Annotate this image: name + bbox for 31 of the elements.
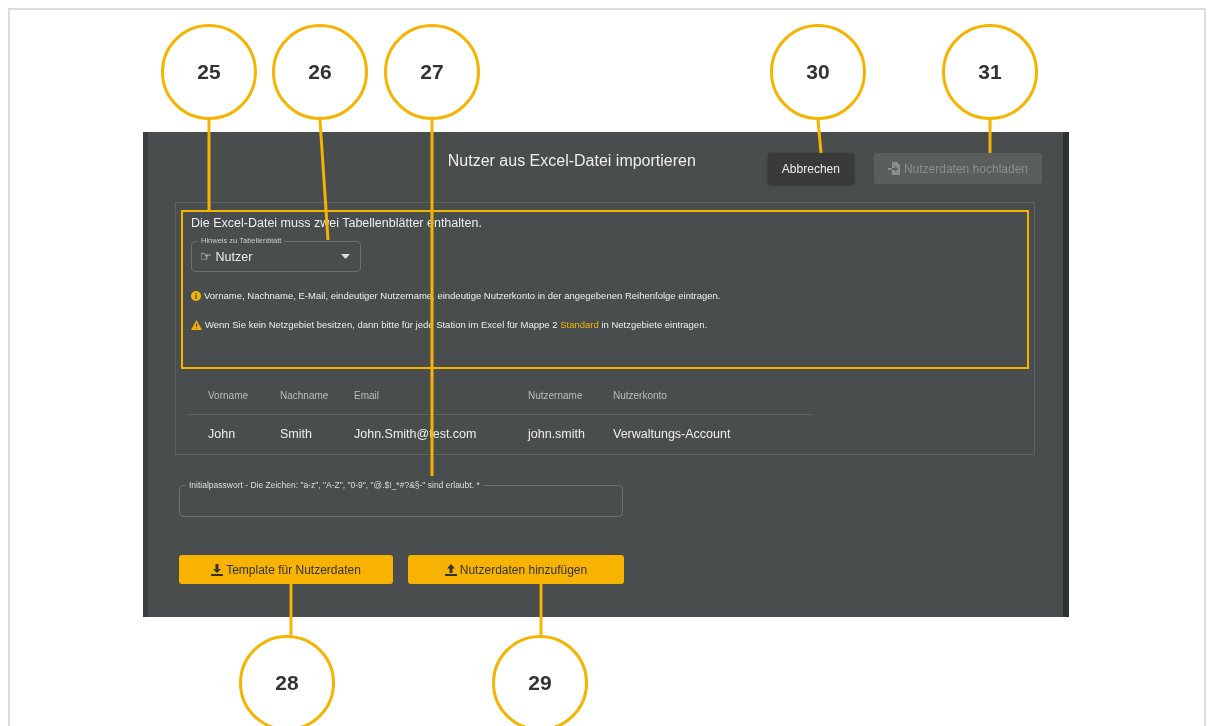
column-header: Nutzerkonto xyxy=(613,390,668,401)
callout-number: 27 xyxy=(384,24,480,120)
leader-line xyxy=(289,584,293,635)
standard-link[interactable]: Standard xyxy=(560,319,599,330)
file-import-icon xyxy=(887,162,900,175)
callout-number: 29 xyxy=(492,635,588,726)
column-header: Nachname xyxy=(280,390,330,401)
column-header: Email xyxy=(354,390,380,401)
table-cell-text: John xyxy=(208,427,237,441)
callout-number: 25 xyxy=(161,24,257,120)
leader-line xyxy=(816,119,823,154)
column-header: Vorname xyxy=(208,390,250,401)
dialog-title: Nutzer aus Excel-Datei importieren xyxy=(447,151,696,170)
cancel-button[interactable]: Abbrechen xyxy=(767,153,854,184)
callout-number: 31 xyxy=(942,24,1038,120)
warning-icon xyxy=(191,319,202,330)
caret-icon xyxy=(341,254,350,259)
template-button[interactable]: Template für Nutzerdaten xyxy=(179,555,393,584)
leader-line xyxy=(539,584,543,635)
table-cell-text: Verwaltungs-Account xyxy=(613,427,732,441)
upload-icon xyxy=(444,563,457,576)
info-icon xyxy=(191,290,201,301)
column-header: Nutzername xyxy=(528,390,584,401)
callout-number: 30 xyxy=(770,24,866,120)
leader-line xyxy=(988,120,992,153)
add-users-button[interactable]: Nutzerdaten hinzufügen xyxy=(408,555,624,584)
table-cell-text: john.smith xyxy=(528,427,586,441)
callout-number: 26 xyxy=(272,24,368,120)
download-icon xyxy=(211,563,224,576)
callout-number: 28 xyxy=(239,635,335,726)
table-cell-text: Smith xyxy=(280,427,313,441)
